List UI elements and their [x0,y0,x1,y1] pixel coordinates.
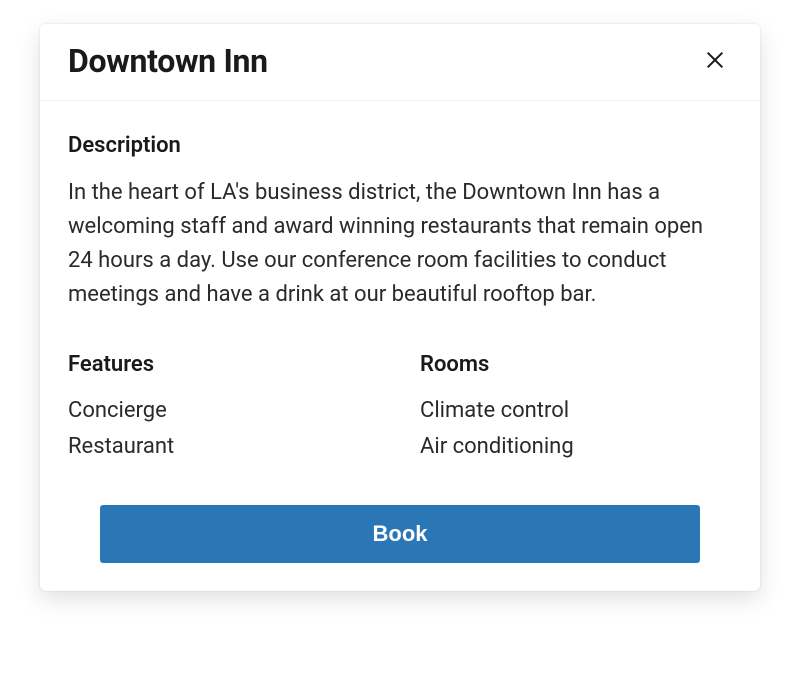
details-columns: Features Concierge Restaurant Rooms Clim… [68,352,732,463]
hotel-detail-dialog: Downtown Inn Description In the heart of… [40,24,760,591]
list-item: Concierge [68,393,380,428]
rooms-label: Rooms [420,352,732,377]
close-button[interactable] [698,43,732,80]
dialog-header: Downtown Inn [40,24,760,101]
features-label: Features [68,352,380,377]
list-item: Restaurant [68,429,380,464]
rooms-column: Rooms Climate control Air conditioning [420,352,732,463]
dialog-title: Downtown Inn [68,42,268,80]
description-text: In the heart of LA's business district, … [68,176,732,312]
list-item: Air conditioning [420,429,732,464]
dialog-footer: Book [40,481,760,591]
book-button[interactable]: Book [100,505,700,563]
features-list: Concierge Restaurant [68,393,380,463]
rooms-list: Climate control Air conditioning [420,393,732,463]
dialog-body[interactable]: Description In the heart of LA's busines… [40,101,760,481]
description-label: Description [68,133,732,158]
close-icon [704,49,726,74]
description-section: Description In the heart of LA's busines… [68,133,732,312]
features-column: Features Concierge Restaurant [68,352,380,463]
list-item: Climate control [420,393,732,428]
